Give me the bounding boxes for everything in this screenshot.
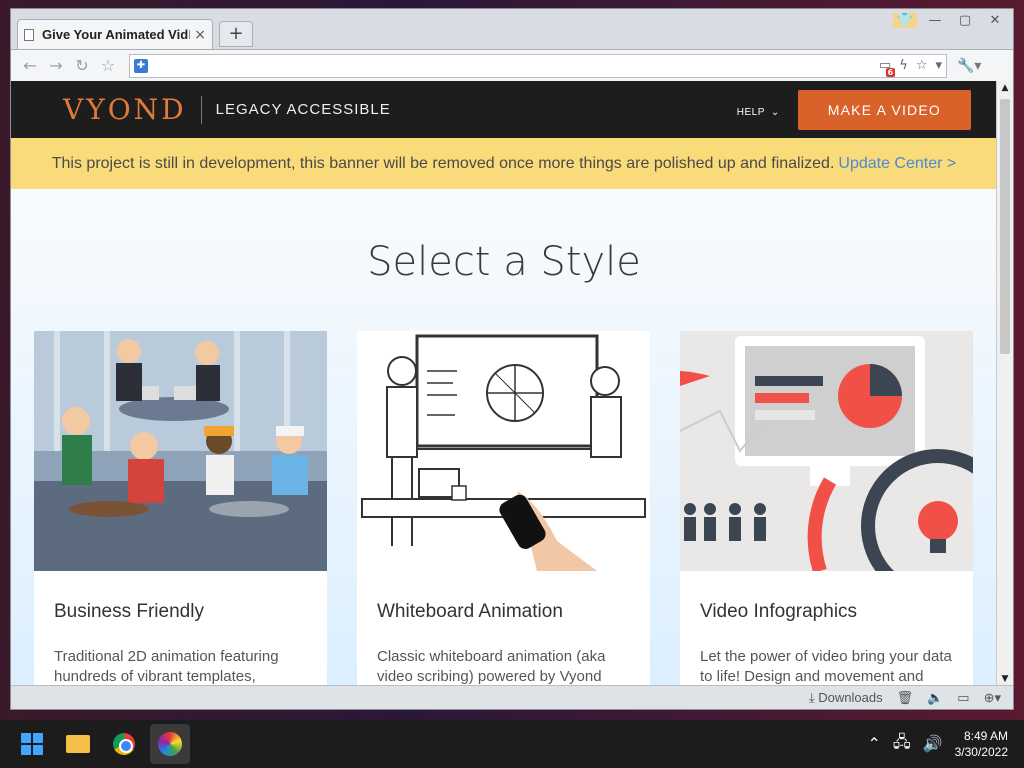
volume-icon[interactable]: 🔊 [923,734,943,754]
back-icon[interactable]: ← [17,56,43,75]
chrome-icon [113,733,135,755]
dropdown-icon[interactable]: ▾ [935,58,942,73]
page-viewport: VYOND LEGACY ACCESSIBLE HELP ⌄ MAKE A VID… [11,81,997,686]
infographics-illustration [680,331,973,571]
forward-icon[interactable]: → [43,56,69,75]
window-controls: 👕 — ▢ ✕ [893,9,1007,31]
site-header: VYOND LEGACY ACCESSIBLE HELP ⌄ MAKE A VID… [11,81,997,138]
scroll-down-icon[interactable]: ▼ [997,674,1013,684]
minimize-icon[interactable]: — [923,13,947,28]
banner-text: This project is still in development, th… [51,154,835,172]
card-title: Business Friendly [54,601,204,622]
dev-banner: This project is still in development, th… [11,138,997,189]
zoom-icon[interactable]: ⊕▾ [984,690,1001,706]
shield-icon: ✚ [134,58,148,73]
browser-tab[interactable]: Give Your Animated Vid  × [17,19,213,49]
business-friendly-illustration [34,331,327,571]
clock-date: 3/30/2022 [954,745,1008,759]
card-video-infographics[interactable]: Video Infographics Let the power of vide… [680,331,973,686]
card-whiteboard-animation[interactable]: Whiteboard Animation Classic whiteboard … [357,331,650,686]
browser-window: Give Your Animated Vid  × + 👕 — ▢ ✕ ← → … [10,8,1014,710]
make-a-video-button[interactable]: MAKE A VIDEO [797,89,971,130]
chevron-up-icon[interactable]: ⌃ [867,734,880,754]
color-wheel-icon [158,732,182,756]
status-bar: ⤓ Downloads 🗑 🔈 ▭ ⊕▾ [11,685,1013,709]
page-title: Select a Style [367,239,641,285]
trash-icon[interactable]: 🗑 [897,690,914,706]
chevron-down-icon: ⌄ [770,106,780,118]
system-tray: ⌃ 🖧 🔊 8:49 AM 3/30/2022 [867,728,1024,760]
file-explorer-button[interactable] [58,724,98,764]
new-tab-button[interactable]: + [219,21,253,47]
card-title: Whiteboard Animation [377,601,563,622]
card-title: Video Infographics [700,601,858,622]
logo-subtitle: LEGACY ACCESSIBLE [215,101,391,118]
scroll-up-icon[interactable]: ▲ [997,83,1013,93]
update-center-link[interactable]: Update Center > [838,155,956,173]
start-button[interactable] [12,724,52,764]
vyond-logo[interactable]: VYOND [63,93,187,126]
reload-icon[interactable]: ↻ [69,56,95,75]
chrome-button[interactable] [104,724,144,764]
maximize-icon[interactable]: ▢ [953,13,977,28]
downloads-button[interactable]: ⤓ Downloads [809,690,883,706]
close-window-icon[interactable]: ✕ [983,13,1007,28]
tab-close-icon[interactable]: × [194,27,206,43]
page-icon [24,28,34,41]
browser-toolbar: ← → ↻ ☆ ✚ ▭ 6 ϟ ☆ ▾ 🔧▾ [11,49,1013,81]
card-description: Traditional 2D animation featuring hundr… [54,648,279,685]
clock[interactable]: 8:49 AM 3/30/2022 [955,728,1008,760]
lightning-icon[interactable]: ϟ [899,58,908,73]
screen-icon[interactable]: ▭ [957,690,969,706]
tab-title: Give Your Animated Vid  [42,27,191,42]
vertical-scrollbar[interactable]: ▲ ▼ [996,81,1013,686]
title-bar: Give Your Animated Vid  × + 👕 — ▢ ✕ [11,9,1013,49]
network-icon[interactable]: 🖧 [893,731,911,758]
taskbar: ⌃ 🖧 🔊 8:49 AM 3/30/2022 [0,720,1024,768]
card-description: Let the power of video bring your data t… [700,648,952,685]
whiteboard-illustration [357,331,650,571]
star-icon[interactable]: ☆ [916,58,928,73]
scroll-thumb[interactable] [1000,99,1010,354]
card-description: Classic whiteboard animation (aka video … [377,648,606,685]
logo-divider [200,95,202,124]
style-cards: Business Friendly Traditional 2D animati… [34,331,973,686]
shirt-icon[interactable]: 👕 [893,12,917,28]
help-menu[interactable]: HELP ⌄ [731,102,780,118]
speaker-icon[interactable]: 🔈 [927,690,943,706]
help-label: HELP [736,106,765,118]
active-app-button[interactable] [150,724,190,764]
extension-badge-icon[interactable]: ▭ 6 [879,58,896,77]
folder-icon [66,735,90,753]
downloads-label: Downloads [818,689,883,705]
address-bar[interactable]: ✚ ▭ 6 ϟ ☆ ▾ [129,53,947,78]
windows-logo-icon [21,733,43,755]
wrench-icon[interactable]: 🔧▾ [957,58,981,74]
card-business-friendly[interactable]: Business Friendly Traditional 2D animati… [34,331,327,686]
bookmark-star-icon[interactable]: ☆ [95,56,121,75]
clock-time: 8:49 AM [963,729,1008,743]
